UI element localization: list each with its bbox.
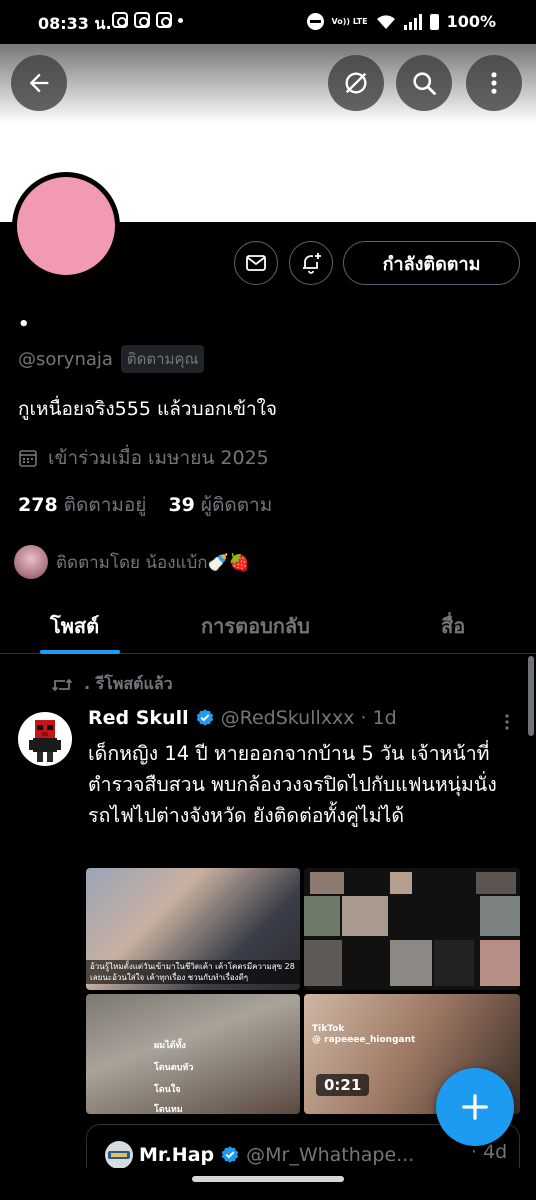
- quote-avatar-icon: [108, 1151, 130, 1159]
- profile-handle: @sorynaja: [18, 348, 113, 370]
- more-button[interactable]: [466, 55, 522, 111]
- post-header: Red Skull @RedSkullxxx · 1d: [88, 707, 397, 729]
- followers-count[interactable]: 39: [168, 494, 194, 516]
- media-text-line: โดนหม: [154, 1105, 183, 1114]
- battery-percent: 100%: [446, 12, 496, 31]
- follow-counts: 278 ติดตามอยู่ 39 ผู้ติดตาม: [18, 490, 294, 520]
- more-vertical-icon: [491, 72, 497, 94]
- followers-label[interactable]: ผู้ติดตาม: [201, 490, 272, 520]
- quoted-author-name: Mr.Hap: [139, 1144, 215, 1166]
- compose-button[interactable]: [436, 1068, 514, 1146]
- post-text: เด็กหญิง 14 ปี หายออกจากบ้าน 5 วัน เจ้าห…: [88, 742, 497, 827]
- media-caption: อ้วนรู้ไหมตั้งแต่วันเข้ามาในชีวิตเค้า เค…: [86, 960, 300, 984]
- post-more-icon[interactable]: [497, 712, 517, 732]
- verified-badge-icon: [196, 709, 213, 726]
- profile-tabs: โพสต์ การตอบกลับ สื่อ: [0, 598, 536, 654]
- repost-icon: [51, 678, 73, 691]
- tab-replies[interactable]: การตอบกลับ: [201, 610, 310, 642]
- scrollbar[interactable]: [528, 656, 534, 736]
- mail-icon: [246, 255, 266, 271]
- quoted-time-value: 4d: [483, 1141, 508, 1163]
- video-duration: 0:21: [316, 1074, 370, 1096]
- instagram-icon: [112, 12, 128, 28]
- message-button[interactable]: [234, 241, 278, 285]
- do-not-disturb-icon: [306, 13, 324, 30]
- battery-icon: [429, 13, 439, 30]
- avatar: [14, 545, 48, 579]
- no-translate-icon: [345, 72, 367, 94]
- tab-media[interactable]: สื่อ: [441, 610, 465, 642]
- joined-date: เข้าร่วมเมื่อ เมษายน 2025: [18, 443, 269, 473]
- repost-label: . รีโพสต์แล้ว: [84, 674, 173, 693]
- following-label[interactable]: ติดตามอยู่: [64, 490, 147, 520]
- followed-by-row[interactable]: ติดตามโดย น้องแบ้ก🍼🍓: [14, 545, 250, 579]
- instagram-icon: [134, 12, 150, 28]
- status-time: 08:33 น.: [38, 14, 112, 33]
- post-author-avatar[interactable]: [18, 712, 72, 766]
- tab-posts[interactable]: โพสต์: [50, 610, 99, 642]
- system-icons: Vo)) LTE 100%: [306, 12, 496, 31]
- post-author-name[interactable]: Red Skull: [88, 707, 189, 729]
- media-image-1[interactable]: อ้วนรู้ไหมตั้งแต่วันเข้ามาในชีวิตเค้า เค…: [86, 868, 300, 990]
- verified-badge-icon: [221, 1146, 239, 1163]
- media-text-line: โดนใจ: [154, 1085, 181, 1095]
- tiktok-label: TikTok: [312, 1024, 345, 1034]
- repost-indicator: . รีโพสต์แล้ว: [50, 672, 173, 697]
- tab-indicator: [40, 650, 120, 654]
- search-icon: [413, 72, 436, 95]
- profile-avatar[interactable]: [12, 172, 120, 280]
- arrow-left-icon: [29, 73, 49, 93]
- translate-toggle-button[interactable]: [328, 55, 384, 111]
- media-text-line: โดนตบหัว: [154, 1063, 194, 1073]
- system-nav-bar: [0, 1168, 536, 1200]
- status-bar: 08:33 น. Vo)) LTE 100%: [0, 0, 536, 44]
- following-button[interactable]: กำลังติดตาม: [343, 241, 520, 285]
- instagram-icon: [156, 12, 172, 28]
- followed-by-text: ติดตามโดย น้องแบ้ก🍼🍓: [56, 552, 250, 573]
- media-text-line: ผมได้ทั้ง: [154, 1041, 186, 1051]
- wifi-icon: [376, 14, 395, 29]
- more-notifications-icon: [178, 17, 183, 23]
- red-skull-avatar-icon: [29, 720, 61, 762]
- notification-icons: [112, 12, 183, 28]
- home-indicator[interactable]: [192, 1176, 344, 1182]
- plus-icon: [462, 1094, 488, 1120]
- signal-icon: [403, 13, 422, 30]
- notify-button[interactable]: [289, 241, 333, 285]
- tiktok-watermark: TikTok @ rapeeee_hiongant: [312, 1024, 415, 1046]
- handle-row: @sorynaja ติดตามคุณ: [18, 345, 205, 373]
- bell-plus-icon: [303, 253, 321, 274]
- search-button[interactable]: [396, 55, 452, 111]
- joined-text: เข้าร่วมเมื่อ เมษายน 2025: [48, 447, 269, 469]
- back-button[interactable]: [11, 55, 67, 111]
- profile-bio: กูเหนื่อยจริง555 แล้วบอกเข้าใจ: [18, 398, 278, 420]
- avatar: [105, 1141, 133, 1169]
- display-name: •: [18, 314, 30, 335]
- following-count[interactable]: 278: [18, 494, 58, 516]
- tiktok-handle: @ rapeeee_hiongant: [312, 1035, 416, 1045]
- quoted-post-header: Mr.Hap @Mr_Whathape...: [105, 1141, 414, 1169]
- media-image-3[interactable]: ผมได้ทั้ง โดนตบหัว โดนใจ โดนหม: [86, 994, 300, 1114]
- follows-you-badge: ติดตามคุณ: [120, 345, 205, 373]
- avatar-image: [17, 177, 115, 275]
- post-author-handle[interactable]: @RedSkullxxx: [221, 707, 355, 729]
- separator-dot: ·: [360, 707, 367, 729]
- post-time[interactable]: 1d: [373, 707, 397, 729]
- calendar-icon: [19, 450, 37, 467]
- volte-icon: Vo)) LTE: [331, 16, 368, 26]
- media-image-2[interactable]: [304, 868, 520, 990]
- quoted-author-handle: @Mr_Whathape...: [246, 1144, 415, 1166]
